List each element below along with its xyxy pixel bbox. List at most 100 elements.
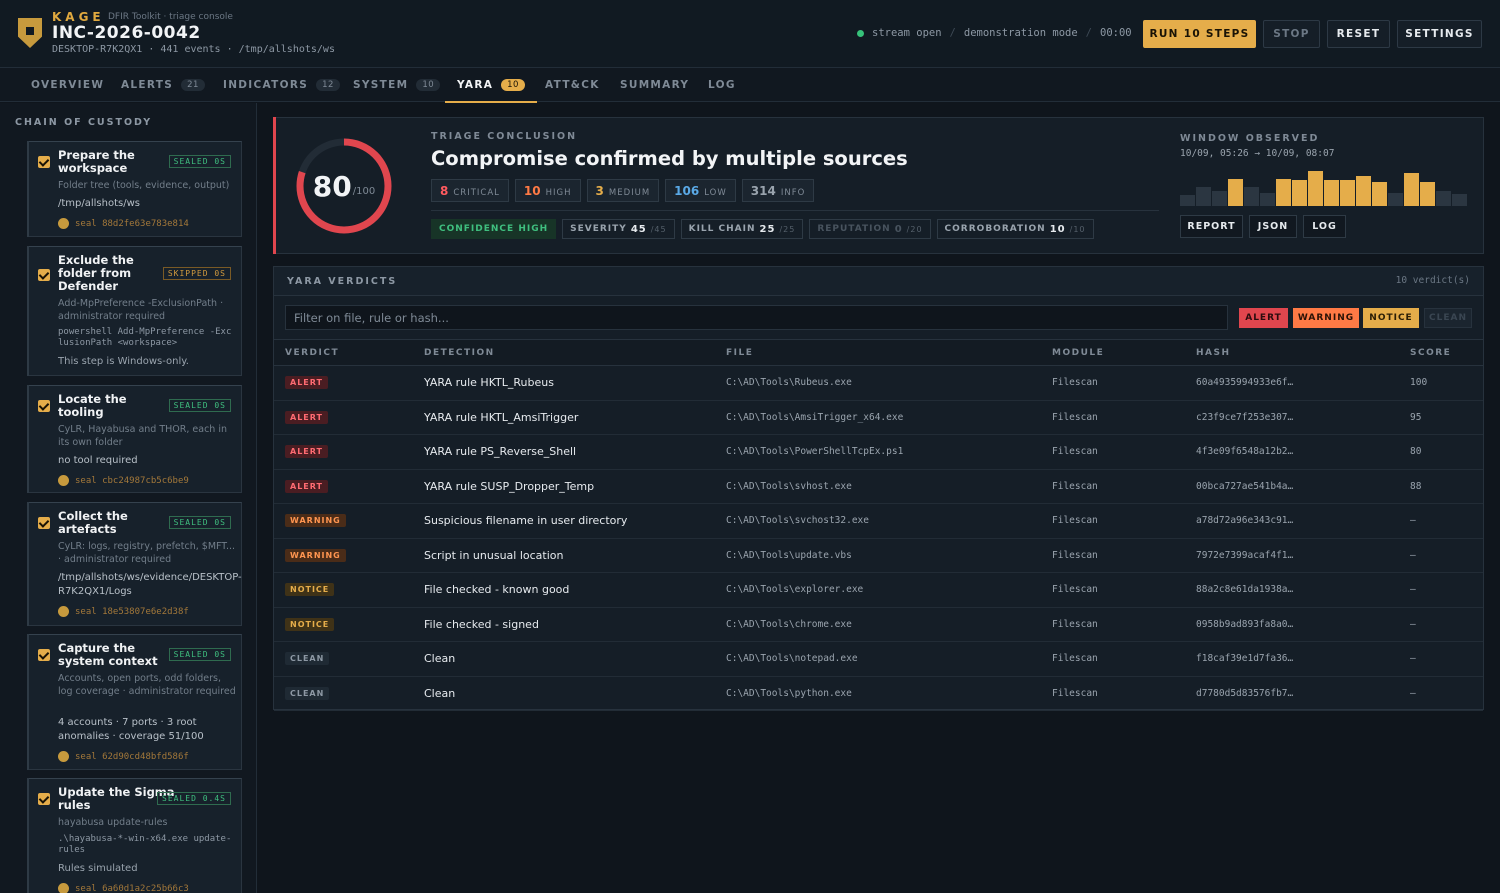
tab-label: SYSTEM xyxy=(353,79,409,91)
custody-step-locate-tooling[interactable]: Locate the tooling SEALED 0S CyLR, Hayab… xyxy=(27,385,242,493)
verdict-badge-text: ALERT xyxy=(285,376,329,390)
conclusion-label: TRIAGE CONCLUSION xyxy=(431,131,578,142)
tab-attack[interactable]: ATT&CK xyxy=(545,68,600,102)
settings-button[interactable]: SETTINGS xyxy=(1397,20,1482,48)
step-output: /tmp/allshots/ws/evidence/DESKTOP-R7K2QX… xyxy=(58,572,242,597)
tab-indicators[interactable]: INDICATORS 12 xyxy=(223,68,340,102)
checkbox-checked-icon[interactable] xyxy=(38,400,50,412)
seal-icon xyxy=(58,606,69,617)
checkbox-checked-icon[interactable] xyxy=(38,649,50,661)
tab-alerts[interactable]: ALERTS 21 xyxy=(121,68,205,102)
panel-title: YARA VERDICTS xyxy=(287,276,398,287)
factor-label: KILL CHAIN xyxy=(688,224,756,234)
detection-cell: Clean xyxy=(424,642,455,676)
detection-cell: Script in unusual location xyxy=(424,539,563,573)
table-row[interactable]: ALERT YARA rule SUSP_Dropper_Temp C:\AD\To… xyxy=(274,470,1483,504)
col-verdict[interactable]: VERDICT xyxy=(285,348,339,358)
module-cell-text: Filescan xyxy=(1052,480,1098,492)
seal-icon xyxy=(58,883,69,893)
verdict-badge: ALERT xyxy=(285,470,329,504)
log-button[interactable]: LOG xyxy=(1303,215,1346,238)
hash-cell-text: c23f9ce7f253e307… xyxy=(1196,411,1294,423)
score-cell-text: — xyxy=(1410,549,1416,561)
brand-subtitle: DFIR Toolkit · triage console xyxy=(108,12,233,22)
tab-label: SUMMARY xyxy=(620,79,690,91)
table-row[interactable]: NOTICE File checked - known good C:\AD\Too… xyxy=(274,573,1483,608)
verdict-badge-text: WARNING xyxy=(285,548,346,562)
table-row[interactable]: WARNING Script in unusual location C:\AD\T… xyxy=(274,539,1483,573)
custody-step-update-sigma[interactable]: Update the Sigma rules SEALED 0.4S hayab… xyxy=(27,778,242,893)
filter-chip-warning[interactable]: WARNING xyxy=(1293,308,1359,328)
table-header: VERDICT DETECTION FILE MODULE HASH SCORE xyxy=(274,339,1483,366)
hash-cell: c23f9ce7f253e307… xyxy=(1196,401,1293,435)
reset-button[interactable]: RESET xyxy=(1327,20,1390,48)
module-cell-text: Filescan xyxy=(1052,446,1098,458)
severity-high: 10 HIGH xyxy=(514,179,581,202)
col-detection[interactable]: DETECTION xyxy=(424,348,495,358)
tab-label: OVERVIEW xyxy=(31,79,105,91)
stop-button[interactable]: STOP xyxy=(1263,20,1320,48)
table-row[interactable]: WARNING Suspicious filename in user direc… xyxy=(274,504,1483,539)
col-hash[interactable]: HASH xyxy=(1196,348,1231,358)
factor-max: /25 xyxy=(779,224,796,234)
tab-yara[interactable]: YARA 10 xyxy=(445,68,537,103)
score-cell: — xyxy=(1410,573,1416,607)
verdict-badge-text: NOTICE xyxy=(285,617,335,631)
filter-input[interactable] xyxy=(285,305,1228,330)
module-cell: Filescan xyxy=(1052,677,1098,711)
tab-system[interactable]: SYSTEM 10 xyxy=(353,68,441,102)
file-cell-text: C:\AD\Tools\Rubeus.exe xyxy=(726,377,852,389)
filter-chip-clean[interactable]: CLEAN xyxy=(1424,308,1472,328)
tab-log[interactable]: LOG xyxy=(708,68,736,102)
verdict-badge-text: CLEAN xyxy=(285,652,330,666)
incident-id: INC-2026-0042 xyxy=(52,23,201,43)
checkbox-checked-icon[interactable] xyxy=(38,156,50,168)
col-module[interactable]: MODULE xyxy=(1052,348,1104,358)
json-button[interactable]: JSON xyxy=(1249,215,1297,238)
tab-overview[interactable]: OVERVIEW xyxy=(31,68,104,102)
severity-medium: 3 MEDIUM xyxy=(586,179,660,202)
table-row[interactable]: ALERT YARA rule PS_Reverse_Shell C:\AD\Too… xyxy=(274,435,1483,470)
custody-step-prepare-workspace[interactable]: Prepare the workspace SEALED 0S Folder t… xyxy=(27,141,242,237)
table-row[interactable]: CLEAN Clean C:\AD\Tools\python.exe Filescan… xyxy=(274,677,1483,711)
checkbox-checked-icon[interactable] xyxy=(38,793,50,805)
step-title: Locate the tooling xyxy=(58,392,127,419)
checkbox-checked-icon[interactable] xyxy=(38,517,50,529)
confidence-badge: CONFIDENCE HIGH xyxy=(431,219,557,239)
score-cell-text: — xyxy=(1410,618,1416,630)
col-file[interactable]: FILE xyxy=(726,348,753,358)
module-cell: Filescan xyxy=(1052,642,1098,676)
factor-value: 0 xyxy=(894,223,903,235)
report-button[interactable]: REPORT xyxy=(1180,215,1243,238)
col-score[interactable]: SCORE xyxy=(1410,348,1451,358)
score-cell-text: 100 xyxy=(1410,377,1428,389)
checkbox-checked-icon[interactable] xyxy=(38,269,50,281)
score-cell: 88 xyxy=(1410,470,1421,504)
custody-step-capture-context[interactable]: Capture the system context SEALED 0S Acc… xyxy=(27,634,242,770)
status-badge: SEALED 0.4S xyxy=(157,792,231,805)
score-value: 80 /100 xyxy=(294,136,394,236)
status-dot-icon xyxy=(857,29,864,37)
detection-cell: Suspicious filename in user directory xyxy=(424,504,627,538)
custody-step-collect-artefacts[interactable]: Collect the artefacts SEALED 0S CyLR: lo… xyxy=(27,502,242,626)
event-histogram xyxy=(1180,168,1467,206)
tab-summary[interactable]: SUMMARY xyxy=(620,68,689,102)
detection-cell: Clean xyxy=(424,677,455,711)
table-row[interactable]: NOTICE File checked - signed C:\AD\Tools\c… xyxy=(274,608,1483,642)
status-badge: SKIPPED 0S xyxy=(162,267,231,280)
module-cell-text: Filescan xyxy=(1052,618,1098,630)
hash-cell-text: 00bca727ae541b4a… xyxy=(1196,480,1294,492)
divider xyxy=(431,210,1159,211)
hash-cell: 4f3e09f6548a12b2… xyxy=(1196,435,1293,469)
table-row[interactable]: CLEAN Clean C:\AD\Tools\notepad.exe Filesca… xyxy=(274,642,1483,677)
table-row[interactable]: ALERT YARA rule HKTL_Rubeus C:\AD\Tools\Ru… xyxy=(274,366,1483,401)
custody-step-exclude-defender[interactable]: Exclude the folder from Defender SKIPPED… xyxy=(27,246,242,376)
step-description: Accounts, open ports, odd folders, log c… xyxy=(58,673,236,697)
factor-max: /45 xyxy=(650,224,667,234)
filter-chip-notice[interactable]: NOTICE xyxy=(1363,308,1419,328)
table-row[interactable]: ALERT YARA rule HKTL_AmsiTrigger C:\AD\Too… xyxy=(274,401,1483,435)
filter-chip-alert[interactable]: ALERT xyxy=(1239,308,1288,328)
separator: / xyxy=(1085,27,1092,39)
run-steps-button[interactable]: RUN 10 STEPS xyxy=(1143,20,1256,48)
severity-label: HIGH xyxy=(545,188,572,198)
